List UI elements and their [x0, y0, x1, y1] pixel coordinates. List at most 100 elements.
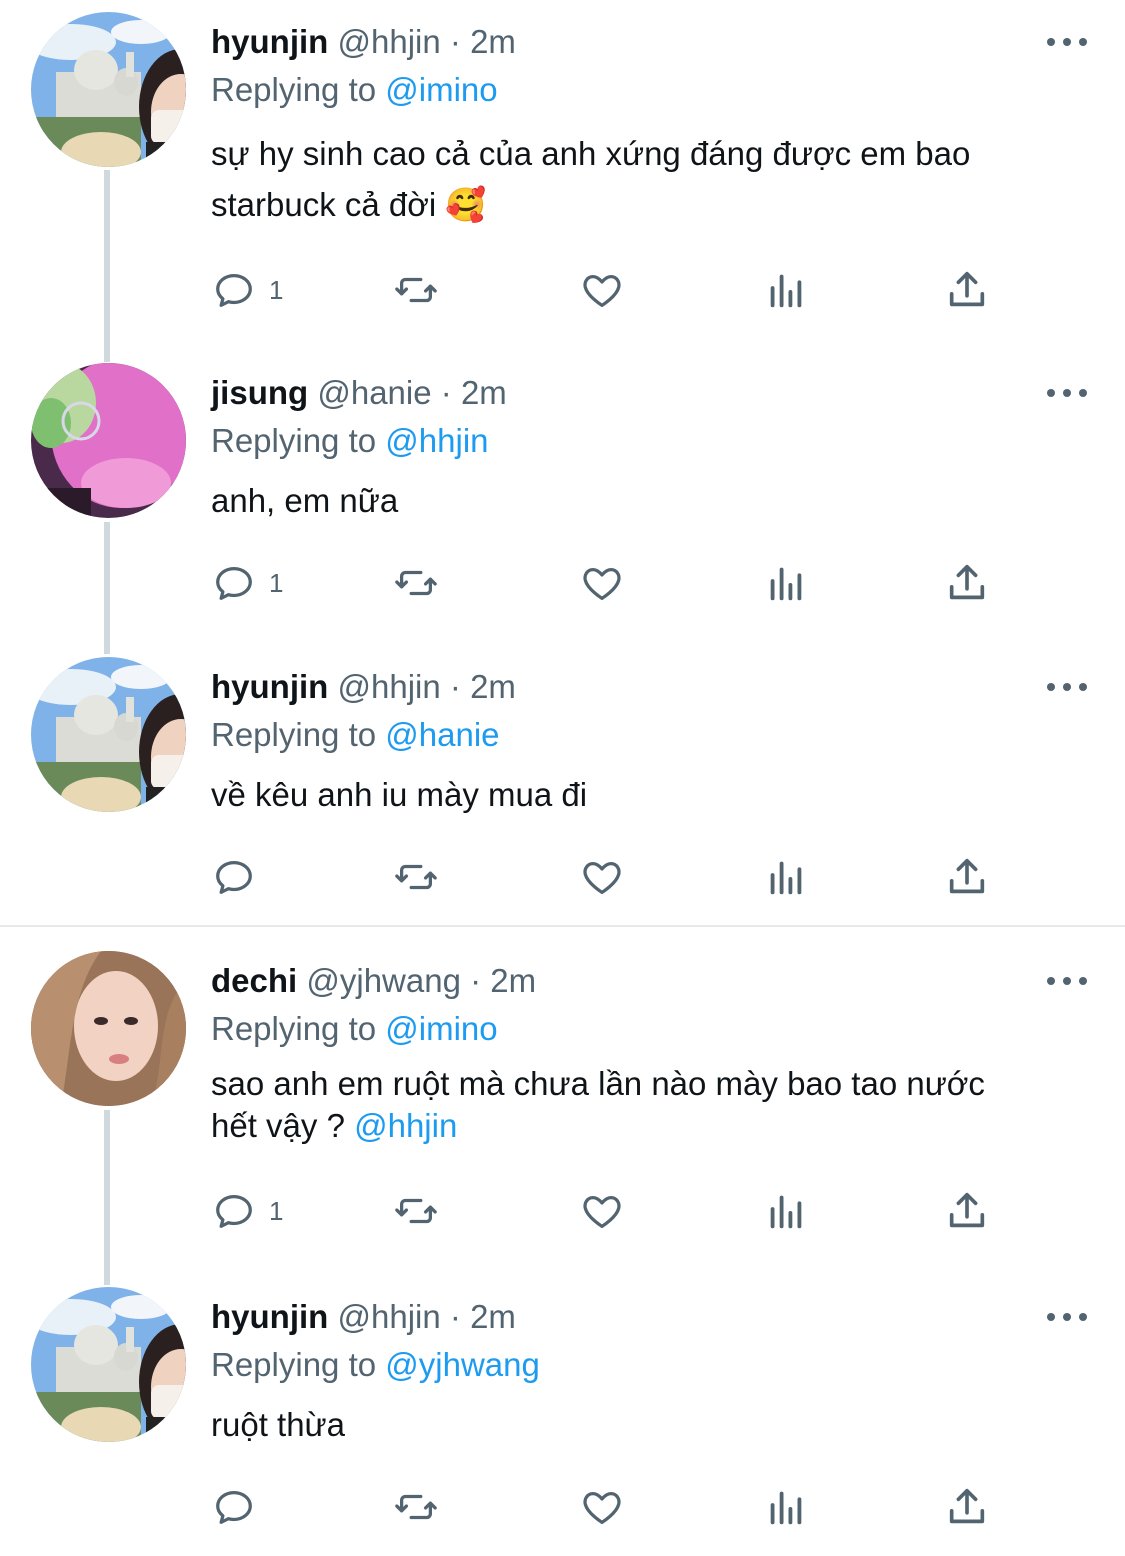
tweet-text: sao anh em ruột mà chưa lần nào mày bao … — [211, 1063, 1091, 1147]
share-button[interactable] — [944, 266, 990, 314]
retweet-icon — [393, 560, 439, 606]
timestamp[interactable]: 2m — [470, 23, 516, 60]
mention-link[interactable]: @hhjin — [385, 422, 488, 459]
tweet[interactable]: hyunjin @hhjin · 2m Replying to @yjhwang… — [0, 1287, 1125, 1547]
separator-dot: · — [440, 374, 452, 411]
avatar[interactable] — [31, 363, 186, 518]
like-button[interactable] — [579, 1187, 625, 1235]
views-button[interactable] — [763, 1187, 809, 1235]
separator-dot: · — [470, 962, 482, 999]
replying-label: Replying to — [211, 1346, 377, 1383]
like-icon — [579, 560, 625, 606]
replying-to: Replying to @hanie — [211, 715, 500, 755]
mention-link[interactable]: @hhjin — [354, 1107, 457, 1144]
replying-label: Replying to — [211, 1010, 377, 1047]
timestamp[interactable]: 2m — [490, 962, 536, 999]
user-handle[interactable]: @hhjin — [338, 668, 441, 705]
avatar[interactable] — [31, 657, 186, 812]
more-icon[interactable] — [1045, 677, 1089, 697]
reply-button[interactable]: 1 — [211, 559, 283, 607]
retweet-button[interactable] — [393, 559, 439, 607]
reply-count: 1 — [269, 274, 284, 305]
replying-to: Replying to @imino — [211, 70, 498, 110]
more-icon[interactable] — [1045, 971, 1089, 991]
views-button[interactable] — [763, 853, 809, 901]
like-icon — [579, 1484, 625, 1530]
timestamp[interactable]: 2m — [461, 374, 507, 411]
reply-icon — [211, 267, 257, 313]
views-icon — [763, 1484, 809, 1530]
reply-button[interactable]: 1 — [211, 1187, 283, 1235]
replying-to: Replying to @yjhwang — [211, 1345, 540, 1385]
like-button[interactable] — [579, 266, 625, 314]
reply-button[interactable] — [211, 1483, 257, 1531]
retweet-button[interactable] — [393, 1483, 439, 1531]
mention-link[interactable]: @yjhwang — [385, 1346, 540, 1383]
tweet-text: anh, em nữa — [211, 475, 1091, 526]
text-line: starbuck cả đời 🥰 — [211, 186, 487, 223]
avatar[interactable] — [31, 1287, 186, 1442]
views-icon — [763, 854, 809, 900]
share-icon — [944, 267, 990, 313]
reply-icon — [211, 1188, 257, 1234]
display-name[interactable]: hyunjin — [211, 668, 328, 705]
tweet[interactable]: hyunjin @hhjin · 2m Replying to @imino s… — [0, 12, 1125, 342]
avatar[interactable] — [31, 951, 186, 1106]
reply-count: 1 — [269, 567, 284, 598]
text-line: sự hy sinh cao cả của anh xứng đáng được… — [211, 135, 971, 172]
reply-icon — [211, 560, 257, 606]
more-icon[interactable] — [1045, 383, 1089, 403]
retweet-button[interactable] — [393, 266, 439, 314]
timestamp[interactable]: 2m — [470, 668, 516, 705]
display-name[interactable]: dechi — [211, 962, 297, 999]
avatar[interactable] — [31, 12, 186, 167]
user-handle[interactable]: @hhjin — [338, 23, 441, 60]
timestamp[interactable]: 2m — [470, 1298, 516, 1335]
reply-icon — [211, 1484, 257, 1530]
like-button[interactable] — [579, 559, 625, 607]
retweet-button[interactable] — [393, 853, 439, 901]
like-icon — [579, 1188, 625, 1234]
share-button[interactable] — [944, 559, 990, 607]
views-button[interactable] — [763, 1483, 809, 1531]
like-button[interactable] — [579, 1483, 625, 1531]
tweet-header: hyunjin @hhjin · 2m — [211, 1297, 516, 1337]
share-button[interactable] — [944, 1187, 990, 1235]
tweet-text: về kêu anh iu mày mua đi — [211, 769, 1091, 820]
separator-dot: · — [449, 668, 461, 705]
more-icon[interactable] — [1045, 1307, 1089, 1327]
mention-link[interactable]: @imino — [385, 71, 497, 108]
tweet[interactable]: dechi @yjhwang · 2m Replying to @imino s… — [0, 951, 1125, 1261]
user-handle[interactable]: @hanie — [317, 374, 431, 411]
display-name[interactable]: hyunjin — [211, 23, 328, 60]
share-icon — [944, 560, 990, 606]
tweet[interactable]: hyunjin @hhjin · 2m Replying to @hanie v… — [0, 657, 1125, 917]
text-line: anh, em nữa — [211, 482, 399, 519]
views-icon — [763, 267, 809, 313]
retweet-button[interactable] — [393, 1187, 439, 1235]
text-line: về kêu anh iu mày mua đi — [211, 776, 588, 813]
tweet-text: ruột thừa — [211, 1399, 1091, 1450]
share-button[interactable] — [944, 1483, 990, 1531]
replying-to: Replying to @imino — [211, 1009, 498, 1049]
reply-button[interactable] — [211, 853, 257, 901]
display-name[interactable]: jisung — [211, 374, 308, 411]
replying-to: Replying to @hhjin — [211, 421, 489, 461]
user-handle[interactable]: @yjhwang — [306, 962, 461, 999]
like-icon — [579, 854, 625, 900]
tweet[interactable]: jisung @hanie · 2m Replying to @hhjin an… — [0, 363, 1125, 623]
reply-button[interactable]: 1 — [211, 266, 283, 314]
share-button[interactable] — [944, 853, 990, 901]
display-name[interactable]: hyunjin — [211, 1298, 328, 1335]
mention-link[interactable]: @hanie — [385, 716, 499, 753]
replying-label: Replying to — [211, 71, 377, 108]
action-bar: 1 — [211, 1187, 1011, 1235]
user-handle[interactable]: @hhjin — [338, 1298, 441, 1335]
like-button[interactable] — [579, 853, 625, 901]
action-bar — [211, 1483, 1011, 1531]
more-icon[interactable] — [1045, 32, 1089, 52]
mention-link[interactable]: @imino — [385, 1010, 497, 1047]
views-button[interactable] — [763, 559, 809, 607]
tweet-header: dechi @yjhwang · 2m — [211, 961, 536, 1001]
views-button[interactable] — [763, 266, 809, 314]
